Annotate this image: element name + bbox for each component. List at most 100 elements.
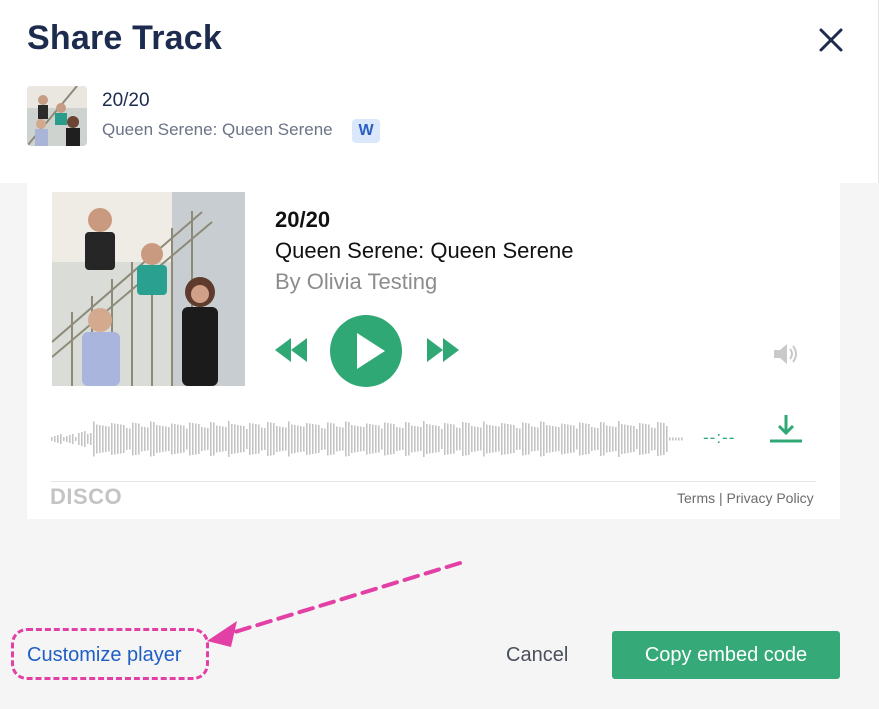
player-artist: By Olivia Testing — [275, 269, 438, 294]
waveform-bar — [69, 435, 71, 443]
waveform-bar — [186, 428, 188, 450]
waveform-bar — [96, 424, 98, 454]
waveform-bar — [612, 426, 614, 452]
waveform-bar — [144, 427, 146, 451]
waveform-bar — [252, 423, 254, 455]
waveform-bar — [672, 437, 674, 441]
waveform-bar — [531, 426, 533, 452]
close-button[interactable] — [815, 24, 847, 56]
waveform-bar — [561, 423, 563, 455]
waveform-bar — [189, 422, 191, 456]
waveform-bar — [438, 426, 440, 452]
waveform-bar — [393, 424, 395, 454]
player-track-title: 20/20 — [275, 207, 331, 232]
cancel-button[interactable]: Cancel — [506, 644, 568, 667]
waveform-bar — [177, 424, 179, 454]
waveform-bar — [339, 427, 341, 451]
waveform-bar — [510, 424, 512, 454]
waveform-bar — [255, 424, 257, 454]
waveform-bar — [546, 425, 548, 453]
play-button[interactable] — [330, 315, 402, 387]
waveform-bar — [51, 437, 53, 441]
waveform-bar — [498, 426, 500, 452]
volume-button[interactable] — [772, 340, 802, 368]
waveform-bar — [324, 428, 326, 450]
waveform-bar — [414, 426, 416, 452]
waveform-bar — [183, 425, 185, 453]
waveform-bar — [459, 428, 461, 450]
waveform-bar — [168, 427, 170, 451]
fast-forward-button[interactable] — [425, 336, 461, 364]
waveform-bar — [456, 427, 458, 451]
waveform-bar — [648, 424, 650, 454]
waveform-bar — [297, 425, 299, 453]
waveform-bar — [657, 422, 659, 456]
waveform-bar — [84, 431, 86, 447]
customize-player-link[interactable]: Customize player — [27, 644, 182, 667]
track-thumbnail — [27, 86, 87, 146]
waveform-bar — [336, 426, 338, 452]
waveform-bar — [537, 427, 539, 451]
waveform-bar — [108, 426, 110, 452]
terms-link[interactable]: Terms — [677, 490, 715, 506]
waveform-bar — [228, 421, 230, 457]
waveform-bar — [363, 427, 365, 451]
waveform-bar — [150, 421, 152, 457]
waveform-bar — [201, 427, 203, 451]
waveform-bar — [660, 422, 662, 456]
waveform-bar — [549, 425, 551, 453]
waveform-bar — [315, 424, 317, 454]
waveform-bar — [528, 423, 530, 455]
waveform-bar — [507, 424, 509, 454]
waveform-bar — [288, 421, 290, 457]
waveform-bar — [360, 426, 362, 452]
waveform-bar — [603, 422, 605, 456]
waveform-bar — [480, 427, 482, 451]
waveform-bar — [645, 424, 647, 454]
waveform-bar — [675, 437, 677, 441]
waveform-bar — [519, 428, 521, 450]
waveform-bar — [636, 429, 638, 449]
waveform-bar — [213, 422, 215, 456]
waveform-bar — [474, 426, 476, 452]
download-button[interactable] — [768, 412, 804, 446]
waveform-bar — [633, 426, 635, 452]
waveform-bar — [174, 424, 176, 454]
waveform-bar — [555, 426, 557, 452]
waveform-bar — [66, 436, 68, 442]
waveform-bar — [72, 434, 74, 444]
waveform-bar — [63, 437, 65, 441]
track-subtitle: Queen Serene: Queen Serene — [102, 120, 333, 139]
waveform-bar — [321, 428, 323, 450]
rewind-button[interactable] — [273, 336, 309, 364]
waveform-bar — [471, 426, 473, 452]
waveform-bar — [390, 423, 392, 455]
waveform-bar — [312, 424, 314, 454]
waveform-bar — [441, 429, 443, 449]
waveform-bar — [606, 425, 608, 453]
waveform-bar — [585, 423, 587, 455]
waveform-bar — [273, 423, 275, 455]
waveform-bar — [405, 422, 407, 456]
waveform-bar — [411, 425, 413, 453]
waveform-bar — [291, 424, 293, 454]
privacy-policy-link[interactable]: Privacy Policy — [727, 490, 814, 506]
modal-title: Share Track — [27, 19, 222, 57]
volume-icon — [774, 344, 797, 364]
waveform-bar — [426, 424, 428, 454]
play-icon — [357, 333, 385, 369]
waveform[interactable] — [51, 414, 685, 464]
waveform-bar — [600, 422, 602, 456]
waveform-bar — [513, 425, 515, 453]
waveform-bar — [552, 426, 554, 452]
waveform-bar — [582, 423, 584, 455]
waveform-bar — [354, 425, 356, 453]
waveform-bar — [501, 423, 503, 455]
waveform-bar — [270, 422, 272, 456]
waveform-bar — [114, 423, 116, 455]
badge: W — [352, 119, 380, 143]
waveform-bar — [162, 426, 164, 452]
waveform-bar — [276, 426, 278, 452]
copy-embed-code-button[interactable]: Copy embed code — [612, 631, 840, 679]
fast-forward-icon — [427, 338, 459, 362]
